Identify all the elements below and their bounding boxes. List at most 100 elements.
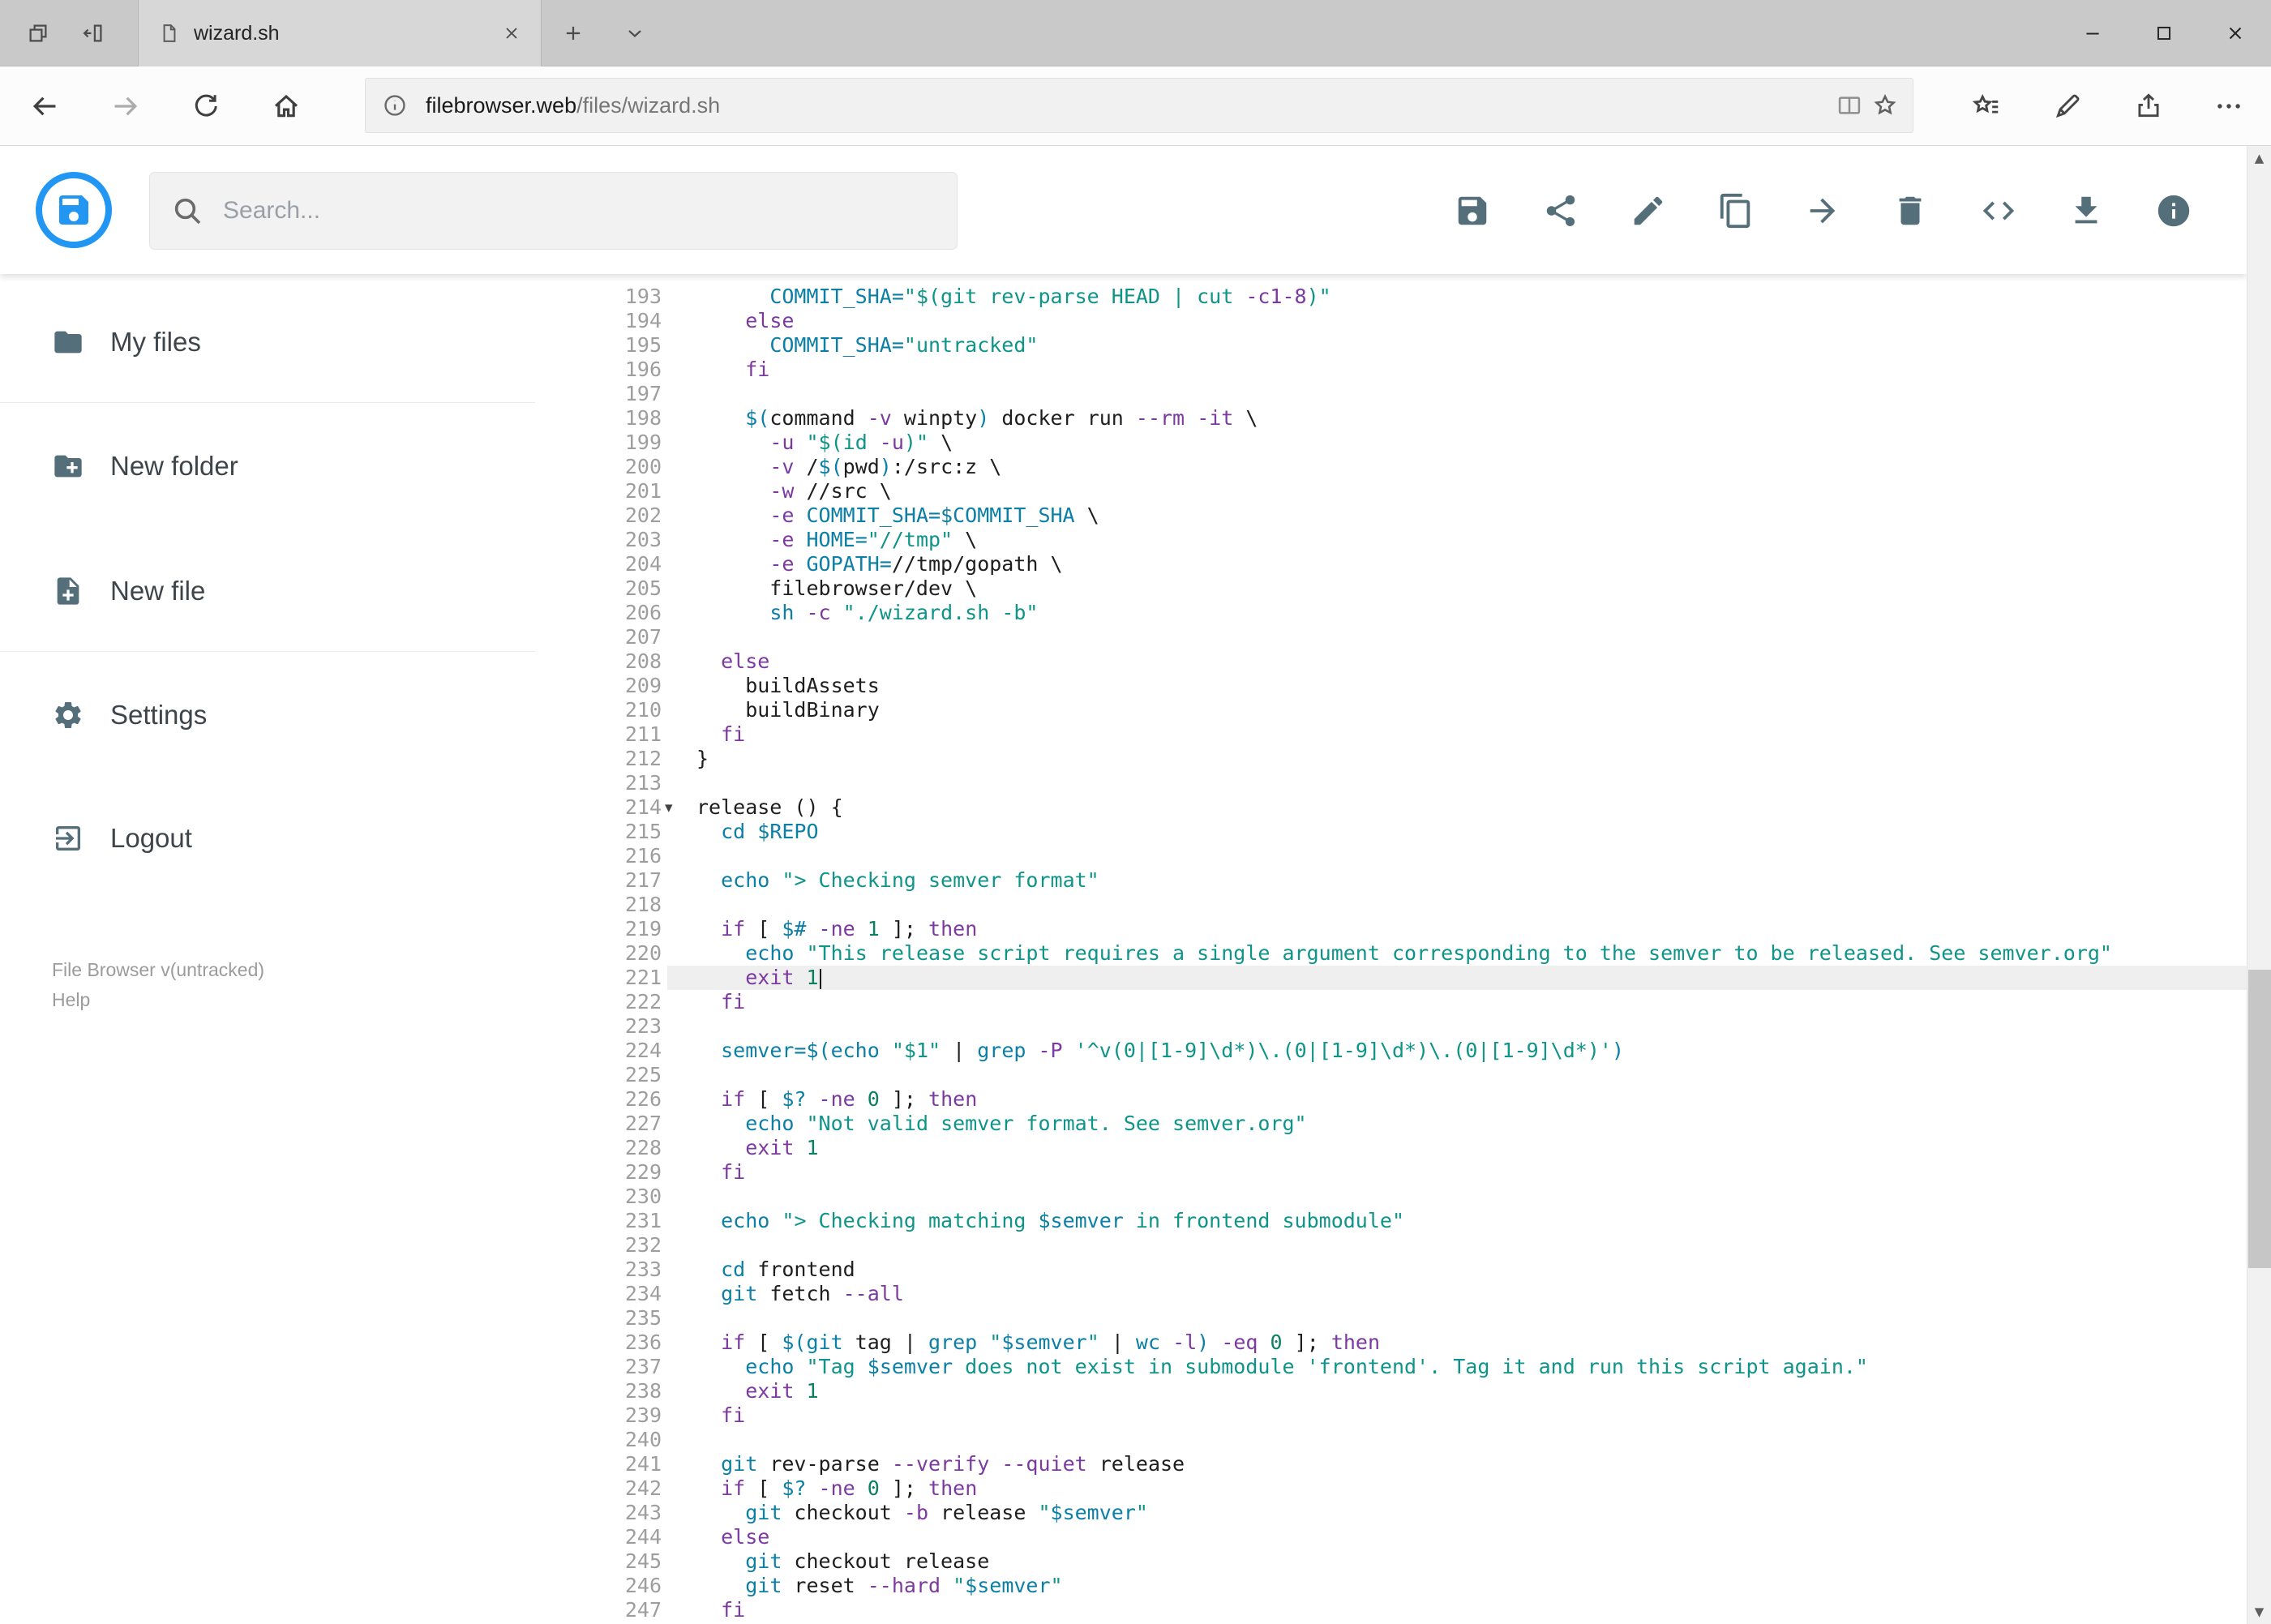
scroll-up-button[interactable]: ▲	[2247, 146, 2271, 170]
code-line[interactable]: 235	[568, 1306, 2247, 1330]
delete-button[interactable]	[1888, 188, 1933, 234]
raw-code-button[interactable]	[1976, 188, 2021, 234]
code-line[interactable]: 203 -e HOME="//tmp" \	[568, 528, 2247, 552]
code-line[interactable]: 209 buildAssets	[568, 674, 2247, 698]
minimize-button[interactable]	[2057, 0, 2128, 66]
move-button[interactable]	[1800, 188, 1845, 234]
site-info-icon[interactable]	[377, 88, 413, 123]
web-notes-pen-icon[interactable]	[2049, 88, 2086, 125]
code-line[interactable]: 246 git reset --hard "$semver"	[568, 1574, 2247, 1598]
code-line[interactable]: 226 if [ $? -ne 0 ]; then	[568, 1087, 2247, 1112]
tab-close-icon[interactable]	[502, 24, 521, 43]
code-line[interactable]: 221 exit 1	[568, 966, 2247, 990]
code-line[interactable]: 206 sh -c "./wizard.sh -b"	[568, 601, 2247, 625]
code-line[interactable]: 207	[568, 625, 2247, 649]
tabs-preview-icon[interactable]	[78, 18, 109, 49]
home-button[interactable]	[268, 88, 305, 125]
code-line[interactable]: 205 filebrowser/dev \	[568, 576, 2247, 601]
code-line[interactable]: 210 buildBinary	[568, 698, 2247, 722]
code-line[interactable]: 195 COMMIT_SHA="untracked"	[568, 333, 2247, 358]
code-line[interactable]: 212}	[568, 747, 2247, 771]
tab-preview-chevron-icon[interactable]	[619, 18, 650, 49]
code-line[interactable]: 228 exit 1	[568, 1136, 2247, 1160]
code-line[interactable]: 242 if [ $? -ne 0 ]; then	[568, 1476, 2247, 1501]
favorites-hub-icon[interactable]	[1968, 88, 2005, 125]
code-line[interactable]: 244 else	[568, 1525, 2247, 1549]
info-button[interactable]	[2151, 188, 2196, 234]
code-line[interactable]: 234 git fetch --all	[568, 1282, 2247, 1306]
favorite-star-icon[interactable]	[1867, 88, 1903, 123]
forward-button[interactable]	[107, 88, 144, 125]
code-line[interactable]: 245 git checkout release	[568, 1549, 2247, 1574]
help-link[interactable]: Help	[52, 989, 90, 1011]
code-line[interactable]: 213	[568, 771, 2247, 795]
code-line[interactable]: 239 fi	[568, 1403, 2247, 1428]
code-line[interactable]: 230	[568, 1185, 2247, 1209]
code-line[interactable]: 214 ▾ release () {	[568, 795, 2247, 820]
url-text[interactable]: filebrowser.web/files/wizard.sh	[426, 93, 720, 118]
new-tab-button[interactable]	[558, 18, 589, 49]
share-icon[interactable]	[2130, 88, 2167, 125]
code-line[interactable]: 223	[568, 1014, 2247, 1039]
code-line[interactable]: 247 fi	[568, 1598, 2247, 1622]
code-line[interactable]: 201 -w //src \	[568, 479, 2247, 503]
reading-view-icon[interactable]	[1832, 88, 1867, 123]
code-line[interactable]: 197	[568, 382, 2247, 406]
code-line[interactable]: 202 -e COMMIT_SHA=$COMMIT_SHA \	[568, 503, 2247, 528]
code-line[interactable]: 211 fi	[568, 722, 2247, 747]
scrollbar[interactable]: ▲ ▼	[2247, 146, 2271, 1624]
code-line[interactable]: 232	[568, 1233, 2247, 1258]
rename-button[interactable]	[1626, 188, 1671, 234]
maximize-button[interactable]	[2128, 0, 2200, 66]
code-line[interactable]: 219 if [ $# -ne 1 ]; then	[568, 917, 2247, 941]
sidebar-item-logout[interactable]: Logout	[52, 812, 192, 864]
code-line[interactable]: 215 cd $REPO	[568, 820, 2247, 844]
sidebar-item-my-files[interactable]: My files	[52, 316, 201, 368]
code-editor[interactable]: 193 COMMIT_SHA="$(git rev-parse HEAD | c…	[568, 274, 2247, 1624]
scrollbar-thumb[interactable]	[2248, 970, 2271, 1268]
sidebar-item-settings[interactable]: Settings	[52, 689, 207, 741]
code-line[interactable]: 194 else	[568, 309, 2247, 333]
back-button[interactable]	[26, 88, 63, 125]
search-box[interactable]	[149, 172, 958, 250]
code-line[interactable]: 199 -u "$(id -u)" \	[568, 431, 2247, 455]
more-options-icon[interactable]	[2210, 88, 2247, 125]
download-button[interactable]	[2063, 188, 2109, 234]
address-bar[interactable]: filebrowser.web/files/wizard.sh	[365, 78, 1913, 133]
code-line[interactable]: 198 $(command -v winpty) docker run --rm…	[568, 406, 2247, 431]
code-line[interactable]: 204 -e GOPATH=//tmp/gopath \	[568, 552, 2247, 576]
save-button[interactable]	[1450, 188, 1495, 234]
code-line[interactable]: 217 echo "> Checking semver format"	[568, 868, 2247, 893]
code-line[interactable]: 220 echo "This release script requires a…	[568, 941, 2247, 966]
sidebar-item-new-folder[interactable]: New folder	[52, 440, 238, 492]
sidebar-item-new-file[interactable]: New file	[52, 565, 205, 617]
code-line[interactable]: 236 if [ $(git tag | grep "$semver" | wc…	[568, 1330, 2247, 1355]
browser-tab[interactable]: wizard.sh	[138, 0, 542, 66]
code-line[interactable]: 218	[568, 893, 2247, 917]
code-line[interactable]: 208 else	[568, 649, 2247, 674]
code-line[interactable]: 229 fi	[568, 1160, 2247, 1185]
copy-button[interactable]	[1713, 188, 1759, 234]
code-line[interactable]: 222 fi	[568, 990, 2247, 1014]
set-tabs-aside-icon[interactable]	[23, 18, 54, 49]
code-line[interactable]: 200 -v /$(pwd):/src:z \	[568, 455, 2247, 479]
code-line[interactable]: 227 echo "Not valid semver format. See s…	[568, 1112, 2247, 1136]
fold-arrow-icon[interactable]: ▾	[662, 795, 696, 820]
refresh-button[interactable]	[187, 88, 225, 125]
code-line[interactable]: 237 echo "Tag $semver does not exist in …	[568, 1355, 2247, 1379]
code-line[interactable]: 224 semver=$(echo "$1" | grep -P '^v(0|[…	[568, 1039, 2247, 1063]
code-line[interactable]: 240	[568, 1428, 2247, 1452]
code-line[interactable]: 216	[568, 844, 2247, 868]
close-button[interactable]	[2200, 0, 2271, 66]
code-line[interactable]: 231 echo "> Checking matching $semver in…	[568, 1209, 2247, 1233]
share-button[interactable]	[1538, 188, 1583, 234]
code-line[interactable]: 233 cd frontend	[568, 1258, 2247, 1282]
code-line[interactable]: 225	[568, 1063, 2247, 1087]
code-line[interactable]: 243 git checkout -b release "$semver"	[568, 1501, 2247, 1525]
scroll-down-button[interactable]: ▼	[2247, 1600, 2271, 1624]
code-line[interactable]: 196 fi	[568, 358, 2247, 382]
code-line[interactable]: 193 COMMIT_SHA="$(git rev-parse HEAD | c…	[568, 285, 2247, 309]
code-line[interactable]: 238 exit 1	[568, 1379, 2247, 1403]
search-input[interactable]	[223, 197, 936, 225]
code-line[interactable]: 241 git rev-parse --verify --quiet relea…	[568, 1452, 2247, 1476]
